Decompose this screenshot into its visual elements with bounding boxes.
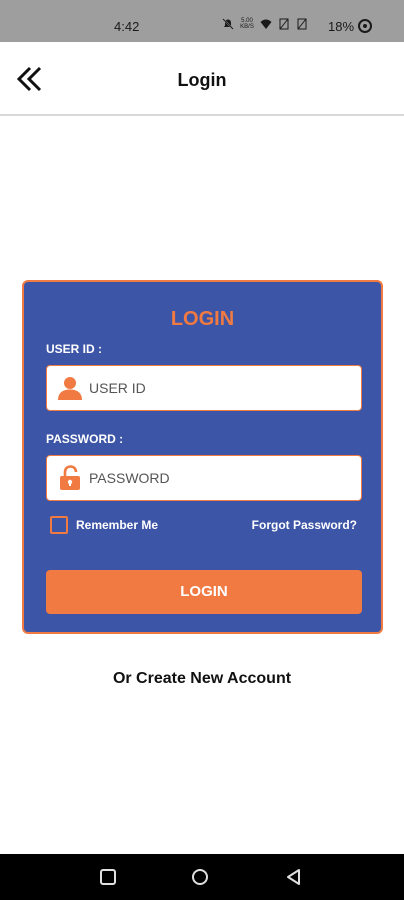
square-recents-icon[interactable] — [98, 867, 118, 887]
triangle-back-icon[interactable] — [284, 867, 304, 887]
battery-icon — [358, 19, 372, 33]
battery-percent: 18% — [328, 19, 355, 34]
password-input[interactable] — [89, 470, 349, 486]
mute-icon — [222, 18, 234, 30]
remember-me-label: Remember Me — [76, 518, 159, 532]
remember-me-checkbox[interactable] — [50, 516, 68, 534]
sim-icon — [279, 18, 289, 30]
remember-me-row[interactable]: Remember Me — [50, 516, 158, 534]
wifi-icon — [260, 19, 272, 29]
unlock-icon — [60, 465, 80, 490]
forgot-password-link[interactable]: Forgot Password? — [252, 518, 357, 532]
login-card-title: LOGIN — [170, 308, 235, 330]
system-nav-bar — [0, 854, 404, 900]
user-icon — [58, 377, 82, 400]
app-header: Login — [0, 42, 404, 116]
user-id-input[interactable] — [89, 380, 349, 396]
login-card: LOGIN USER ID : PASSWORD : Remember Me F… — [22, 280, 383, 634]
password-label: PASSWORD : — [46, 432, 124, 446]
password-field[interactable] — [46, 455, 362, 501]
page-title: Login — [177, 70, 227, 90]
status-bar: 4:42 5.00 KB/S 18% — [0, 0, 404, 42]
circle-home-icon[interactable] — [190, 867, 210, 887]
status-icons: 5.00 KB/S — [222, 18, 308, 30]
network-speed: 5.00 KB/S — [240, 18, 254, 30]
status-time: 4:42 — [114, 19, 140, 34]
user-id-label: USER ID : — [46, 342, 103, 356]
login-button[interactable]: LOGIN — [46, 570, 362, 614]
create-account-link[interactable]: Or Create New Account — [0, 670, 404, 688]
user-id-field[interactable] — [46, 365, 362, 411]
sim-icon — [297, 18, 307, 30]
